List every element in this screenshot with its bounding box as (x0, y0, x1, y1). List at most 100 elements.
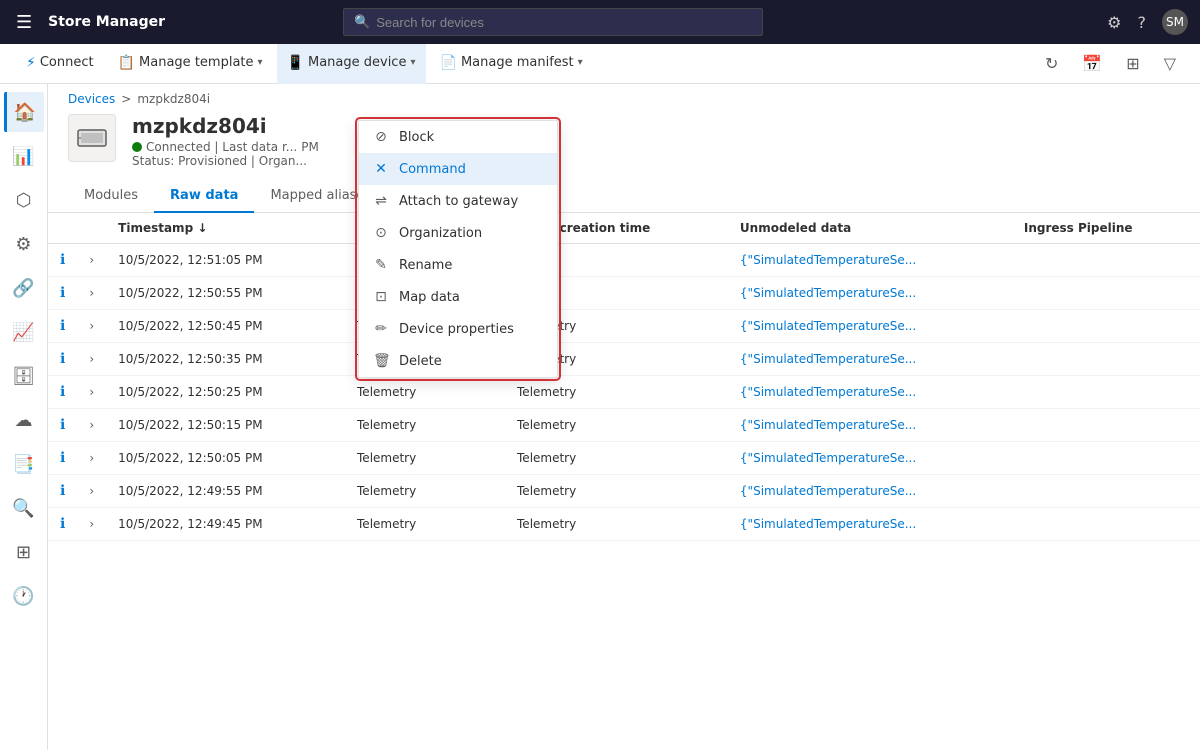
unmodeled-link[interactable]: {"SimulatedTemperatureSe... (740, 385, 916, 399)
menu-item-delete[interactable]: 🗑Delete (359, 345, 557, 377)
col-info (48, 213, 77, 244)
sidebar-item-cloud[interactable]: ☁ (4, 400, 44, 440)
nav-manage-manifest[interactable]: 📄 Manage manifest ▾ (430, 44, 593, 84)
sidebar-item-layers[interactable]: ⬡ (4, 180, 44, 220)
sidebar-item-search[interactable]: 🔍 (4, 488, 44, 528)
row-unmodeled[interactable]: {"SimulatedTemperatureSe... (728, 442, 1012, 475)
row-unmodeled[interactable]: {"SimulatedTemperatureSe... (728, 508, 1012, 541)
search-bar[interactable]: 🔍 (343, 8, 763, 36)
row-expand-btn[interactable]: › (77, 244, 106, 277)
row-unmodeled[interactable]: {"SimulatedTemperatureSe... (728, 409, 1012, 442)
expand-icon[interactable]: › (89, 286, 94, 300)
unmodeled-link[interactable]: {"SimulatedTemperatureSe... (740, 451, 916, 465)
row-expand-btn[interactable]: › (77, 376, 106, 409)
expand-icon[interactable]: › (89, 451, 94, 465)
row-info-btn[interactable]: ℹ (48, 376, 77, 409)
row-info-btn[interactable]: ℹ (48, 442, 77, 475)
unmodeled-link[interactable]: {"SimulatedTemperatureSe... (740, 517, 916, 531)
sidebar-item-connections[interactable]: 🔗 (4, 268, 44, 308)
expand-icon[interactable]: › (89, 385, 94, 399)
menu-item-device-properties[interactable]: ✏Device properties (359, 313, 557, 345)
row-info-btn[interactable]: ℹ (48, 310, 77, 343)
row-info-btn[interactable]: ℹ (48, 277, 77, 310)
menu-item-map-data[interactable]: ⊡Map data (359, 281, 557, 313)
search-input[interactable] (376, 15, 752, 30)
menu-item-rename[interactable]: ✎Rename (359, 249, 557, 281)
info-icon[interactable]: ℹ (60, 384, 65, 400)
nav-manage-template-label: Manage template (139, 55, 253, 70)
unmodeled-link[interactable]: {"SimulatedTemperatureSe... (740, 253, 916, 267)
row-unmodeled[interactable]: {"SimulatedTemperatureSe... (728, 475, 1012, 508)
sidebar-item-analytics[interactable]: 📈 (4, 312, 44, 352)
row-unmodeled[interactable]: {"SimulatedTemperatureSe... (728, 310, 1012, 343)
sidebar-item-home[interactable]: 🏠 (4, 92, 44, 132)
info-icon[interactable]: ℹ (60, 285, 65, 301)
refresh-icon[interactable]: ↻ (1037, 50, 1066, 77)
menu-item-organization[interactable]: ⊙Organization (359, 217, 557, 249)
row-info-btn[interactable]: ℹ (48, 244, 77, 277)
row-expand-btn[interactable]: › (77, 475, 106, 508)
expand-icon[interactable]: › (89, 484, 94, 498)
row-expand-btn[interactable]: › (77, 343, 106, 376)
row-info-btn[interactable]: ℹ (48, 409, 77, 442)
unmodeled-link[interactable]: {"SimulatedTemperatureSe... (740, 418, 916, 432)
hamburger-icon[interactable]: ☰ (12, 8, 36, 37)
sidebar-item-chart[interactable]: 📊 (4, 136, 44, 176)
help-icon[interactable]: ? (1137, 13, 1146, 32)
info-icon[interactable]: ℹ (60, 483, 65, 499)
info-icon[interactable]: ℹ (60, 252, 65, 268)
table-row: ℹ › 10/5/2022, 12:50:55 PM {"SimulatedTe… (48, 277, 1200, 310)
info-icon[interactable]: ℹ (60, 516, 65, 532)
col-timestamp[interactable]: Timestamp ↓ (106, 213, 345, 244)
menu-item-attach-gateway[interactable]: ⇌Attach to gateway (359, 185, 557, 217)
sidebar-item-settings[interactable]: ⚙ (4, 224, 44, 264)
unmodeled-link[interactable]: {"SimulatedTemperatureSe... (740, 319, 916, 333)
expand-icon[interactable]: › (89, 253, 94, 267)
expand-icon[interactable]: › (89, 319, 94, 333)
row-info-btn[interactable]: ℹ (48, 343, 77, 376)
device-status: Connected | Last data r... PM (132, 140, 1180, 154)
sidebar-item-history[interactable]: 🕐 (4, 576, 44, 616)
nav-manage-device[interactable]: 📱 Manage device ▾ (277, 44, 426, 84)
row-expand-btn[interactable]: › (77, 508, 106, 541)
info-icon[interactable]: ℹ (60, 318, 65, 334)
table-row: ℹ › 10/5/2022, 12:50:45 PM Telemetry Tel… (48, 310, 1200, 343)
expand-icon[interactable]: › (89, 352, 94, 366)
tab-raw-data[interactable]: Raw data (154, 180, 254, 213)
row-expand-btn[interactable]: › (77, 277, 106, 310)
unmodeled-link[interactable]: {"SimulatedTemperatureSe... (740, 484, 916, 498)
row-event-type: Telemetry (345, 475, 505, 508)
row-info-btn[interactable]: ℹ (48, 508, 77, 541)
row-expand-btn[interactable]: › (77, 442, 106, 475)
filter-icon[interactable]: ▽ (1156, 50, 1184, 77)
row-unmodeled[interactable]: {"SimulatedTemperatureSe... (728, 244, 1012, 277)
row-unmodeled[interactable]: {"SimulatedTemperatureSe... (728, 277, 1012, 310)
unmodeled-link[interactable]: {"SimulatedTemperatureSe... (740, 352, 916, 366)
breadcrumb-parent[interactable]: Devices (68, 92, 115, 106)
row-unmodeled[interactable]: {"SimulatedTemperatureSe... (728, 343, 1012, 376)
settings2-icon: ⚙ (15, 234, 31, 255)
expand-icon[interactable]: › (89, 418, 94, 432)
menu-item-command[interactable]: ✕Command (359, 153, 557, 185)
sidebar-item-docs[interactable]: 📑 (4, 444, 44, 484)
nav-manage-template[interactable]: 📋 Manage template ▾ (108, 44, 273, 84)
sidebar-item-grid[interactable]: ⊞ (4, 532, 44, 572)
info-icon[interactable]: ℹ (60, 351, 65, 367)
expand-icon[interactable]: › (89, 517, 94, 531)
calendar-icon[interactable]: 📅 (1074, 50, 1110, 77)
row-unmodeled[interactable]: {"SimulatedTemperatureSe... (728, 376, 1012, 409)
sidebar-item-storage[interactable]: 🗄 (4, 356, 44, 396)
user-avatar[interactable]: SM (1162, 9, 1188, 35)
menu-item-block[interactable]: ⊘Block (359, 121, 557, 153)
tab-modules[interactable]: Modules (68, 180, 154, 213)
nav-connect[interactable]: ⚡ Connect (16, 44, 104, 84)
row-info-btn[interactable]: ℹ (48, 475, 77, 508)
row-expand-btn[interactable]: › (77, 409, 106, 442)
grid-view-icon[interactable]: ⊞ (1118, 50, 1147, 77)
settings-icon[interactable]: ⚙ (1107, 13, 1121, 32)
table-row: ℹ › 10/5/2022, 12:50:05 PM Telemetry Tel… (48, 442, 1200, 475)
info-icon[interactable]: ℹ (60, 417, 65, 433)
info-icon[interactable]: ℹ (60, 450, 65, 466)
unmodeled-link[interactable]: {"SimulatedTemperatureSe... (740, 286, 916, 300)
row-expand-btn[interactable]: › (77, 310, 106, 343)
